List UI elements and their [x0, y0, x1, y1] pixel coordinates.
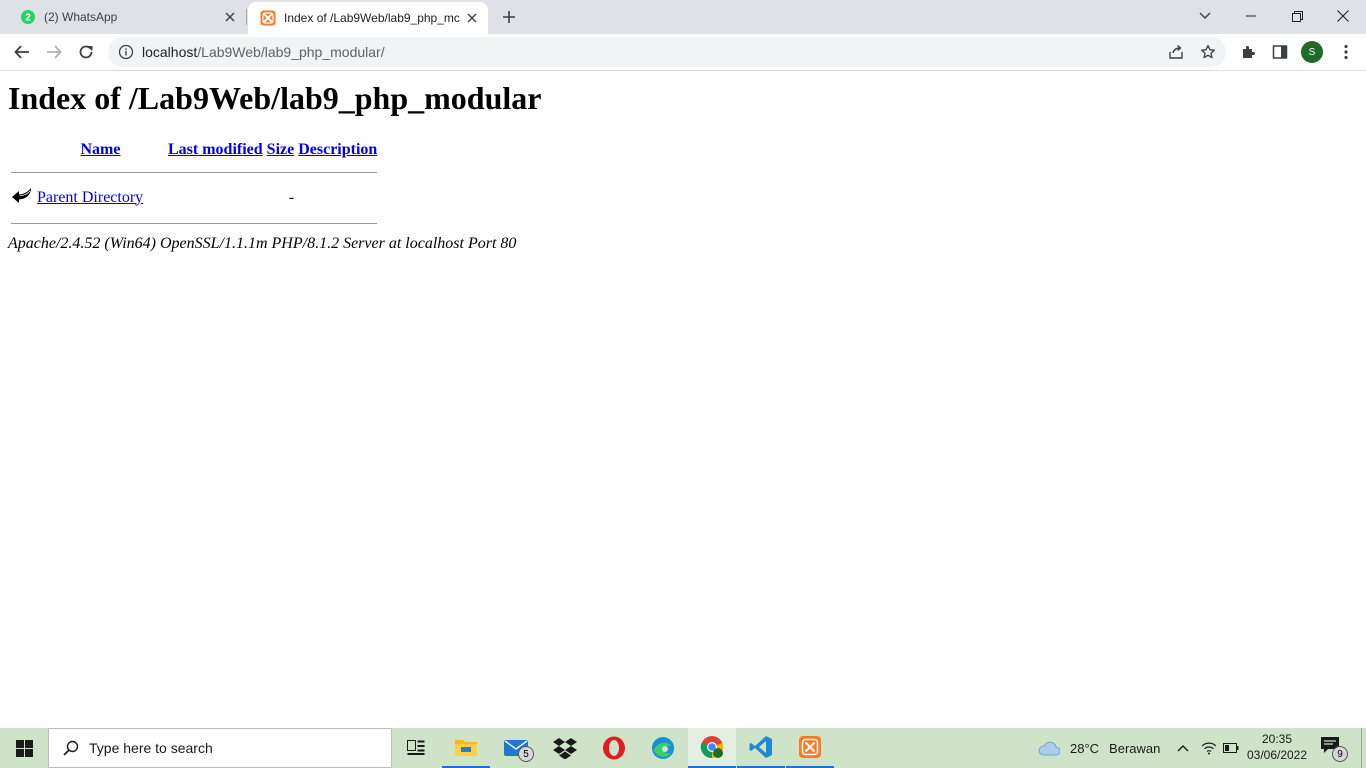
table-row: Parent Directory -: [10, 184, 378, 211]
dropbox-icon[interactable]: [541, 728, 589, 768]
sort-by-name-link[interactable]: Name: [81, 141, 121, 158]
forward-button[interactable]: [40, 38, 68, 66]
sort-by-size-link[interactable]: Size: [267, 141, 295, 158]
wifi-icon[interactable]: [1199, 738, 1219, 758]
page-title: Index of /Lab9Web/lab9_php_modular: [8, 80, 542, 116]
side-panel-icon[interactable]: [1266, 38, 1294, 66]
mail-unread-badge: 5: [518, 746, 534, 762]
xampp-icon: [260, 10, 276, 26]
clock-date: 03/06/2022: [1246, 748, 1308, 762]
sort-by-description-link[interactable]: Description: [298, 141, 377, 158]
opera-icon[interactable]: [590, 728, 638, 768]
tab-title: (2) WhatsApp: [44, 10, 118, 24]
svg-text:2: 2: [25, 13, 31, 24]
task-view-icon[interactable]: [392, 728, 440, 768]
xampp-taskbar-icon[interactable]: [786, 728, 834, 768]
directory-listing: Name Last modified Size Description Pare…: [8, 138, 380, 235]
minimize-button[interactable]: [1228, 0, 1274, 32]
tab-separator: [246, 9, 247, 25]
tab-whatsapp[interactable]: 2 (2) WhatsApp: [8, 0, 246, 34]
notification-center-icon[interactable]: 9: [1320, 736, 1348, 762]
whatsapp-icon: 2: [20, 9, 36, 25]
back-button[interactable]: [8, 38, 36, 66]
restore-button[interactable]: [1274, 0, 1320, 32]
browser-toolbar: localhost/Lab9Web/lab9_php_modular/ S: [0, 34, 1366, 71]
site-info-icon[interactable]: [118, 44, 134, 60]
close-tab-icon[interactable]: [462, 8, 482, 28]
start-button[interactable]: [0, 728, 48, 768]
windows-logo-icon: [15, 739, 33, 757]
size-cell: -: [288, 188, 295, 206]
icon-column-header: [10, 140, 34, 160]
weather-condition: Berawan: [1109, 740, 1161, 756]
server-signature: Apache/2.4.52 (Win64) OpenSSL/1.1.1m PHP…: [8, 235, 517, 252]
profile-avatar[interactable]: S: [1301, 41, 1323, 63]
address-bar[interactable]: localhost/Lab9Web/lab9_php_modular/: [108, 37, 1226, 67]
weather-temperature: 28°C: [1070, 740, 1100, 756]
divider: [10, 162, 378, 182]
tab-index-of[interactable]: Index of /Lab9Web/lab9_php_mc: [248, 2, 488, 34]
search-placeholder: Type here to search: [89, 740, 213, 756]
extensions-icon[interactable]: [1234, 38, 1262, 66]
edge-icon[interactable]: [639, 728, 687, 768]
reload-button[interactable]: [72, 38, 100, 66]
mail-icon[interactable]: 5: [492, 728, 540, 768]
clock-time: 20:35: [1261, 732, 1293, 746]
tab-search-chevron-icon[interactable]: [1182, 0, 1228, 32]
battery-icon[interactable]: [1221, 738, 1241, 758]
chrome-icon[interactable]: [688, 728, 736, 768]
show-desktop-button[interactable]: [1361, 728, 1362, 768]
weather-widget[interactable]: 28°C Berawan: [1038, 728, 1160, 768]
tab-strip: 2 (2) WhatsApp Index of /Lab9Web/lab9_ph…: [0, 0, 1366, 34]
parent-directory-link[interactable]: Parent Directory: [37, 189, 143, 206]
back-arrow-icon: [10, 184, 34, 211]
bookmark-star-icon[interactable]: [1198, 42, 1218, 62]
url-path: /Lab9Web/lab9_php_modular/: [197, 44, 385, 60]
close-window-button[interactable]: [1320, 0, 1366, 32]
share-icon[interactable]: [1166, 42, 1186, 62]
divider: [10, 213, 378, 233]
url-host: localhost: [142, 44, 198, 60]
url-text: localhost/Lab9Web/lab9_php_modular/: [142, 44, 385, 60]
file-explorer-icon[interactable]: [442, 728, 490, 768]
menu-kebab-icon[interactable]: [1332, 38, 1360, 66]
description-cell: [297, 184, 378, 211]
new-tab-button[interactable]: [497, 5, 521, 29]
system-clock[interactable]: 20:35 03/06/2022: [1243, 731, 1311, 765]
notification-count-badge: 9: [1332, 746, 1348, 762]
tab-title: Index of /Lab9Web/lab9_php_mc: [284, 11, 460, 25]
vscode-icon[interactable]: [737, 728, 785, 768]
search-icon: [61, 738, 81, 758]
cloud-icon: [1038, 738, 1062, 758]
close-tab-icon[interactable]: [220, 7, 240, 27]
show-hidden-icons-chevron-icon[interactable]: [1173, 738, 1193, 758]
last-modified-cell: [167, 184, 264, 211]
page-content: Index of /Lab9Web/lab9_php_modular Name …: [0, 72, 1366, 728]
taskbar: Type here to search 5 28°C Berawan 20:35…: [0, 728, 1366, 768]
taskbar-search-box[interactable]: Type here to search: [48, 728, 392, 768]
sort-by-last-modified-link[interactable]: Last modified: [168, 141, 263, 158]
listing-header: Name Last modified Size Description: [10, 140, 378, 160]
